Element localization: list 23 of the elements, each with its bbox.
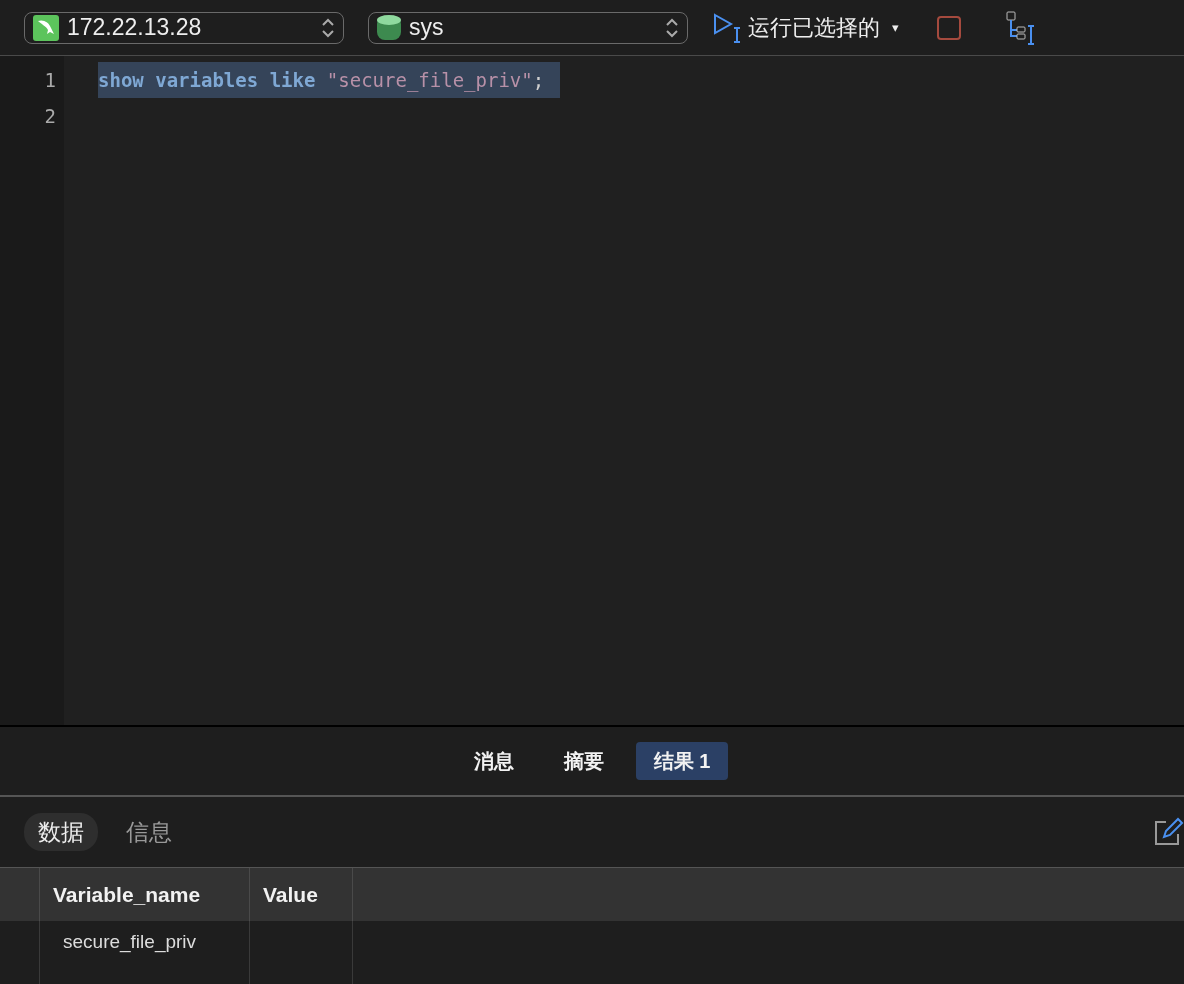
database-select[interactable]: sys [368,11,688,44]
column-header: Value [250,868,353,921]
explain-button[interactable] [1004,9,1037,46]
column-header: Variable_name [40,868,250,921]
view-tab[interactable]: 数据 [24,813,98,851]
edit-icon[interactable] [1152,816,1184,848]
database-icon [377,13,401,42]
line-number: 1 [43,68,57,93]
database-value: sys [409,14,445,41]
connection-value: 172.22.13.28 [67,14,203,41]
run-selected-button[interactable]: 运行已选择的 ▾ [712,11,899,44]
chevron-updown-icon [321,16,335,39]
result-tab[interactable]: 结果 1 [635,742,729,780]
stop-button[interactable] [936,15,961,40]
view-tab[interactable]: 信息 [112,813,186,851]
result-tab[interactable]: 消息 [455,742,532,780]
connection-select[interactable]: 172.22.13.28 [24,11,344,44]
line-number: 2 [43,104,57,129]
play-cursor-icon [712,11,742,44]
dolphin-icon [33,14,59,41]
result-tab[interactable]: 摘要 [545,742,622,780]
chevron-updown-icon [665,16,679,39]
table-cell: secure_file_priv [40,921,250,984]
